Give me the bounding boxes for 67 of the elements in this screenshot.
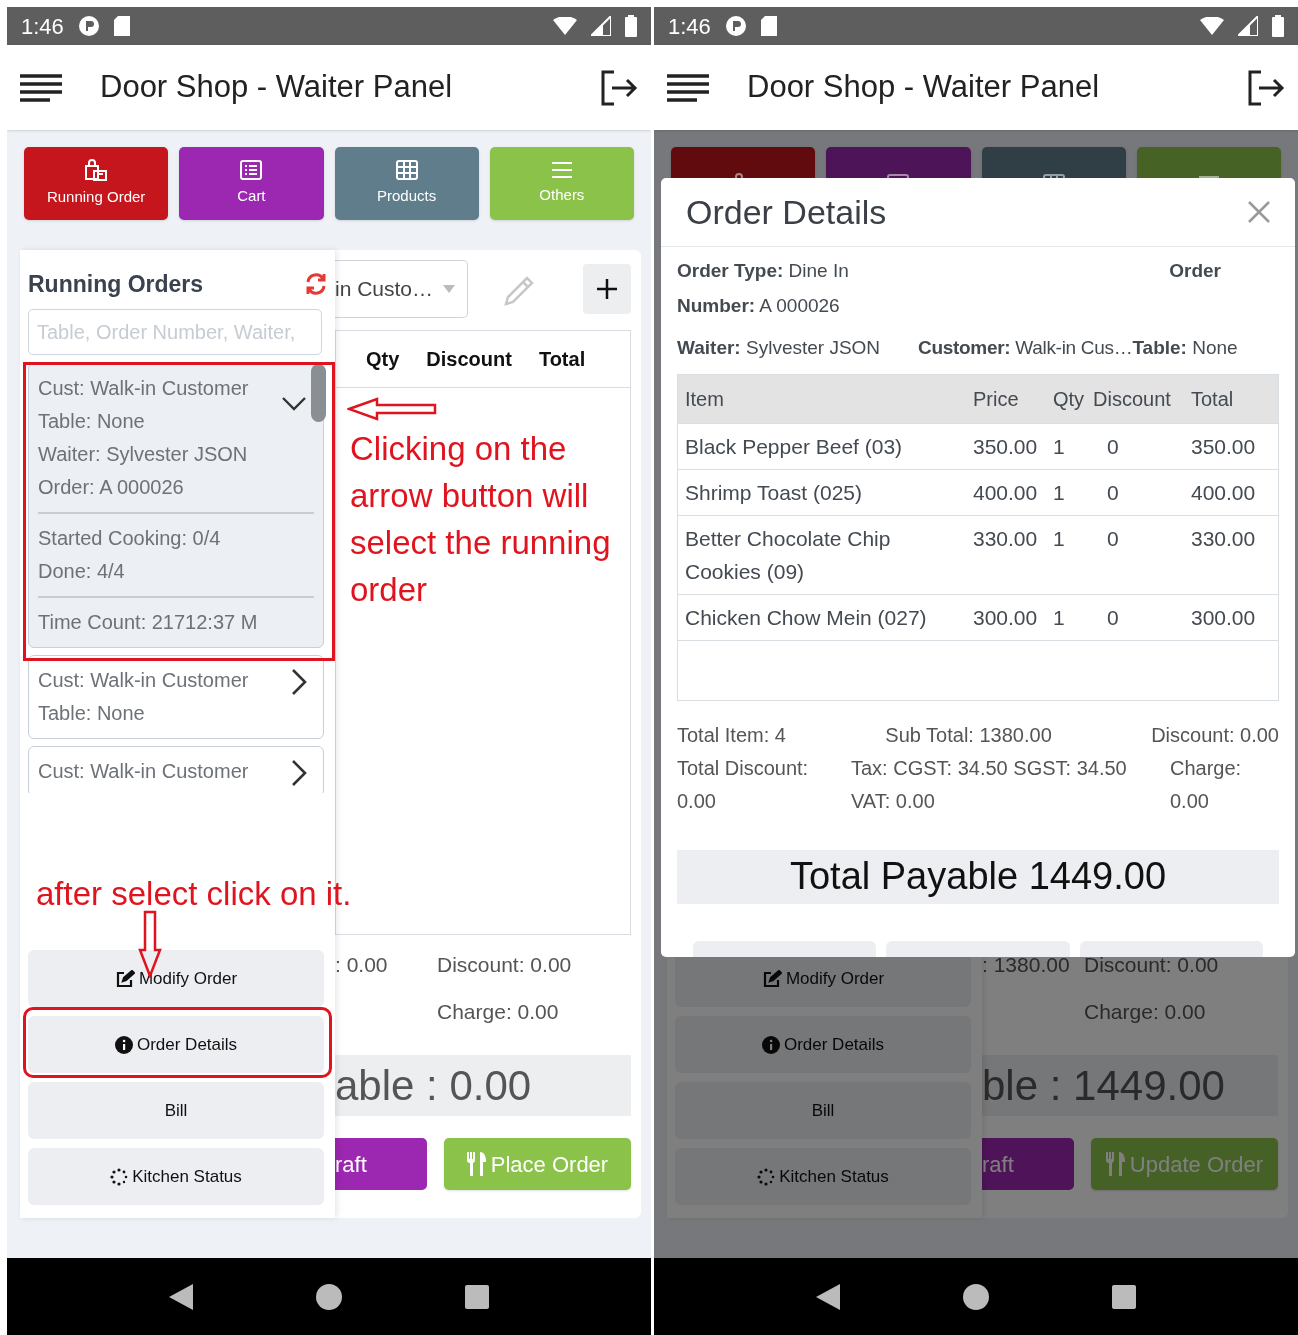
table-cell-text: 400.00 (1191, 479, 1257, 506)
total-text: Total Discount: 0.00 (677, 755, 810, 814)
payable-band: ble : 1449.00 (982, 1055, 1278, 1116)
order-label: Order (1169, 259, 1221, 283)
charge-text: Charge: 0.00 (1084, 998, 1207, 1025)
total-text: Charge: 0.00 (1170, 755, 1243, 814)
annotation-note: Clicking on the arrow button will select the running order (350, 429, 612, 610)
total-text: Tax: CGST: 34.50 SGST: 34.50 VAT: 0.00 (851, 755, 1128, 814)
total-text: Sub Total: 1380.00 (885, 722, 1052, 748)
table-cell-text: 1 (1053, 604, 1066, 631)
customer-text: Customer: Walk-in Cus… (918, 336, 1133, 360)
sub-total-text: : 0.00 (335, 952, 389, 978)
order-line: Started Cooking: 0/4 (38, 526, 221, 551)
order-line: Waiter: Sylvester JSON (38, 442, 248, 467)
order-type-text: Order Type: Dine In (677, 259, 849, 283)
table-cell-text: 0 (1106, 525, 1120, 552)
table-cell-text: 350.00 (973, 433, 1039, 460)
table-cell-text: 350.00 (1191, 433, 1257, 460)
column-header: Discount (426, 347, 512, 372)
order-line: Cust: Walk-in Customer (38, 759, 249, 784)
table-cell-text: 0 (1106, 433, 1120, 460)
table-cell-text: Shrimp Toast (025) (685, 479, 864, 506)
payable-band: able : 0.00 (335, 1055, 631, 1116)
table-cell-text: 300.00 (973, 604, 1039, 631)
table-cell-text: 1 (1053, 433, 1066, 460)
table-cell-text: Better Chocolate Chip Cookies (09) (685, 525, 892, 585)
order-line: Table: None (38, 409, 145, 434)
annotation-note: after select click on it. (36, 874, 352, 914)
order-number-text: Number: A 000026 (677, 293, 841, 318)
waiter-text: Waiter: Sylvester JSON (677, 336, 882, 360)
table-cell-text: 1 (1053, 525, 1066, 552)
total-payable-band: Total Payable 1449.00 (677, 849, 1279, 904)
status-time: 1:46 (21, 12, 64, 41)
table-cell-text: 330.00 (1191, 525, 1257, 552)
order-line: Cust: Walk-in Customer (38, 376, 249, 401)
column-header: Total (538, 347, 586, 372)
app-title: Door Shop - Waiter Panel (100, 68, 454, 107)
table-cell-text: 1 (1053, 479, 1066, 506)
table-text: Table: None (1132, 336, 1238, 360)
order-line: Table: None (38, 701, 145, 726)
sub-total-text: : 1380.00 (982, 952, 1071, 978)
table-cell-text: Chicken Chow Mein (027) (685, 604, 928, 631)
column-header: Price (973, 386, 1020, 412)
table-cell-text: 0 (1106, 604, 1120, 631)
order-line: Done: 4/4 (38, 559, 125, 584)
charge-text: Charge: 0.00 (437, 998, 560, 1025)
status-time: 1:46 (668, 12, 711, 41)
app-title: Door Shop - Waiter Panel (747, 68, 1101, 107)
column-header: Qty (366, 347, 400, 372)
total-text: Total Item: 4 (677, 722, 786, 748)
table-cell-text: 0 (1106, 479, 1120, 506)
table-cell-text: 300.00 (1191, 604, 1257, 631)
table-cell-text: Black Pepper Beef (03) (685, 433, 904, 460)
order-line: Time Count: 21712:37 M (38, 610, 258, 635)
discount-text: Discount: 0.00 (437, 952, 573, 978)
table-cell-text: 330.00 (973, 525, 1039, 552)
order-line: Cust: Walk-in Customer (38, 668, 249, 693)
table-cell-text: 400.00 (973, 479, 1039, 506)
column-header: Total (1191, 386, 1235, 412)
column-header: Item (685, 386, 725, 412)
order-line: Order: A 000026 (38, 475, 184, 500)
modal-title: Order Details (686, 191, 887, 233)
column-header: Qty (1053, 386, 1086, 412)
panel-title: Running Orders (28, 269, 204, 299)
total-text: Discount: 0.00 (1151, 722, 1279, 748)
discount-text: Discount: 0.00 (1084, 952, 1220, 978)
column-header: Discount (1093, 386, 1172, 412)
